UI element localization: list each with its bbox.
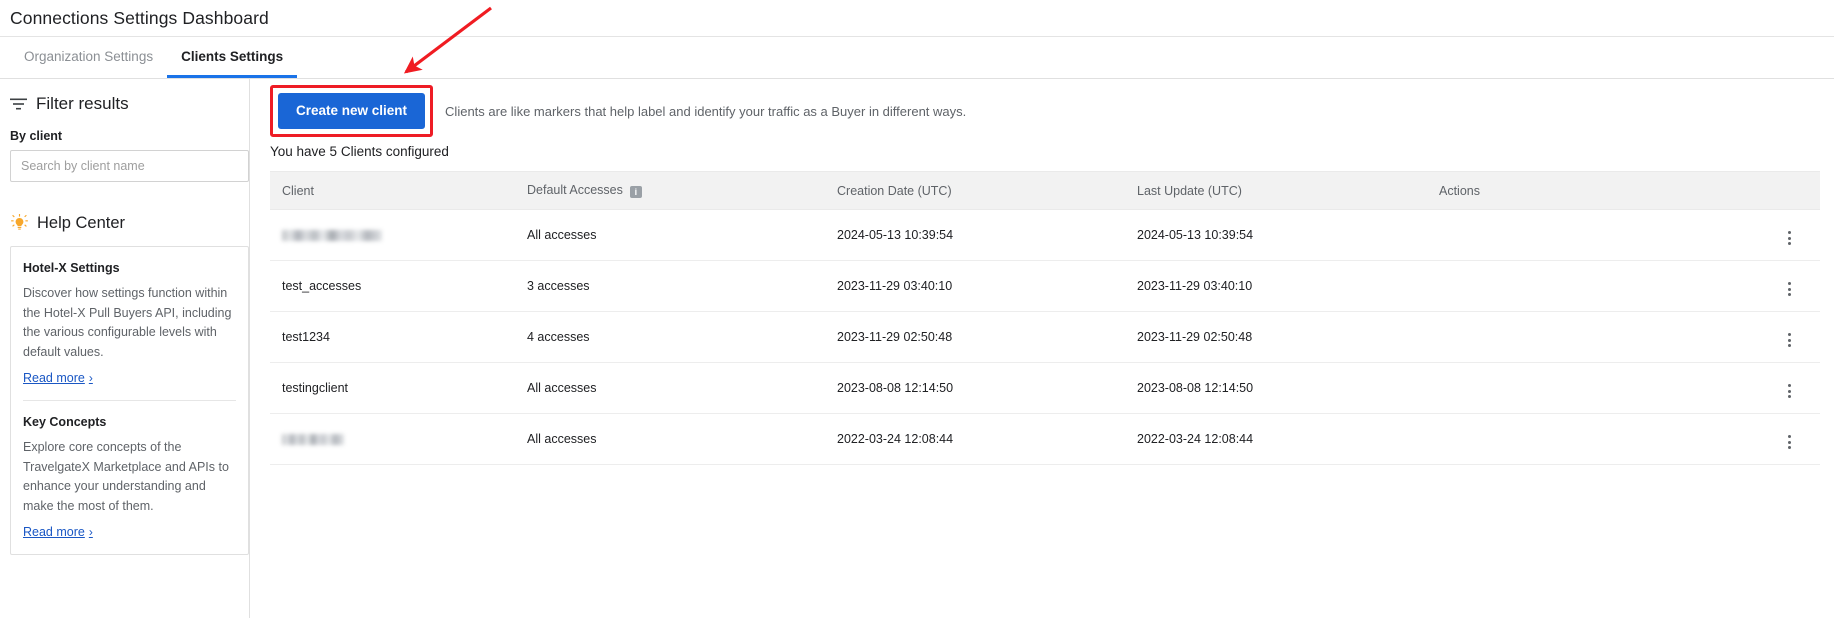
row-actions-menu-icon[interactable] (1780, 382, 1798, 400)
table-row[interactable]: All accesses 2022-03-24 12:08:44 2022-03… (270, 413, 1820, 465)
column-header-last-update[interactable]: Last Update (UTC) (1125, 171, 1425, 210)
column-header-client-label: Client (282, 183, 314, 198)
cell-creation-date: 2022-03-24 12:08:44 (825, 413, 1125, 465)
cell-actions (1425, 311, 1820, 363)
info-icon[interactable]: i (629, 186, 642, 198)
help-item-text: Discover how settings function within th… (23, 286, 232, 359)
row-actions-menu-icon[interactable] (1780, 433, 1798, 451)
tab-organization-settings[interactable]: Organization Settings (10, 37, 167, 78)
tab-organization-settings-label: Organization Settings (24, 48, 154, 64)
help-item-title: Hotel-X Settings (23, 261, 120, 275)
column-header-actions: Actions (1425, 171, 1820, 210)
by-client-label: By client (10, 129, 63, 143)
column-header-creation-date-label: Creation Date (UTC) (837, 183, 952, 198)
filter-results-title: Filter results (36, 94, 129, 113)
cell-actions (1425, 260, 1820, 312)
body: Filter results By client Search by clien… (0, 79, 1834, 618)
cell-creation-date: 2024-05-13 10:39:54 (825, 209, 1125, 261)
action-row: Create new client Clients are like marke… (270, 79, 1820, 137)
clients-description: Clients are like markers that help label… (445, 103, 967, 119)
redacted-client-name (282, 230, 382, 242)
chevron-right-icon: › (88, 371, 93, 385)
redacted-client-name (282, 434, 344, 446)
row-actions-menu-icon[interactable] (1780, 229, 1798, 247)
help-center-card: Hotel-X Settings Discover how settings f… (10, 246, 249, 555)
column-header-default-accesses[interactable]: Default Accesses i (515, 171, 825, 210)
cell-creation-date: 2023-08-08 12:14:50 (825, 362, 1125, 414)
cell-last-update: 2023-08-08 12:14:50 (1125, 362, 1425, 414)
table-row[interactable]: test_accesses 3 accesses 2023-11-29 03:4… (270, 260, 1820, 312)
page-title: Connections Settings Dashboard (10, 7, 269, 28)
main-content: Create new client Clients are like marke… (250, 79, 1834, 618)
cell-last-update: 2024-05-13 10:39:54 (1125, 209, 1425, 261)
column-header-actions-label: Actions (1439, 183, 1480, 198)
cell-client (270, 413, 515, 465)
cell-default-accesses: All accesses (515, 362, 825, 414)
cell-last-update: 2023-11-29 03:40:10 (1125, 260, 1425, 312)
help-item-text: Explore core concepts of the TravelgateX… (23, 440, 229, 513)
help-center-title: Help Center (37, 214, 126, 232)
chevron-right-icon: › (88, 525, 93, 539)
clients-table-head: Client Default Accesses i Creation Date (… (270, 171, 1820, 210)
table-header-row: Client Default Accesses i Creation Date (… (270, 171, 1820, 210)
sidebar: Filter results By client Search by clien… (0, 79, 250, 618)
help-item-title: Key Concepts (23, 415, 107, 429)
filter-results-header: Filter results (10, 79, 239, 123)
tab-bar: Organization Settings Clients Settings (0, 37, 1834, 79)
cell-last-update: 2023-11-29 02:50:48 (1125, 311, 1425, 363)
cell-default-accesses: All accesses (515, 209, 825, 261)
column-header-last-update-label: Last Update (UTC) (1137, 183, 1242, 198)
tab-clients-settings-label: Clients Settings (181, 48, 284, 64)
cell-default-accesses: All accesses (515, 413, 825, 465)
clients-table-body: All accesses 2024-05-13 10:39:54 2024-05… (270, 209, 1820, 465)
cell-client (270, 209, 515, 261)
column-header-client[interactable]: Client (270, 171, 515, 210)
create-new-client-highlight: Create new client (270, 85, 434, 137)
help-item-key-concepts: Key Concepts Explore core concepts of th… (23, 400, 236, 554)
help-item-hotel-x-settings: Hotel-X Settings Discover how settings f… (23, 247, 236, 400)
cell-actions (1425, 209, 1820, 261)
lightbulb-icon (10, 214, 29, 233)
cell-actions (1425, 413, 1820, 465)
create-new-client-button[interactable]: Create new client (278, 93, 426, 129)
read-more-label: Read more (23, 525, 85, 539)
read-more-label: Read more (23, 371, 85, 385)
row-actions-menu-icon[interactable] (1780, 331, 1798, 349)
cell-default-accesses: 4 accesses (515, 311, 825, 363)
table-row[interactable]: test1234 4 accesses 2023-11-29 02:50:48 … (270, 311, 1820, 363)
cell-actions (1425, 362, 1820, 414)
table-row[interactable]: All accesses 2024-05-13 10:39:54 2024-05… (270, 209, 1820, 261)
cell-creation-date: 2023-11-29 03:40:10 (825, 260, 1125, 312)
cell-creation-date: 2023-11-29 02:50:48 (825, 311, 1125, 363)
read-more-link-hotel-x-settings[interactable]: Read more › (23, 371, 93, 385)
table-row[interactable]: testingclient All accesses 2023-08-08 12… (270, 362, 1820, 414)
cell-last-update: 2022-03-24 12:08:44 (1125, 413, 1425, 465)
row-actions-menu-icon[interactable] (1780, 280, 1798, 298)
cell-client: testingclient (270, 362, 515, 414)
read-more-link-key-concepts[interactable]: Read more › (23, 525, 93, 539)
column-header-default-accesses-label: Default Accesses (527, 183, 623, 197)
connections-settings-dashboard: Connections Settings Dashboard Organizat… (0, 0, 1834, 619)
page-header: Connections Settings Dashboard (0, 0, 1834, 37)
cell-default-accesses: 3 accesses (515, 260, 825, 312)
cell-client: test1234 (270, 311, 515, 363)
tab-clients-settings[interactable]: Clients Settings (167, 37, 298, 78)
filter-icon (10, 97, 27, 111)
search-input[interactable] (10, 150, 249, 182)
clients-configured-count: You have 5 Clients configured (270, 144, 449, 159)
cell-client: test_accesses (270, 260, 515, 312)
help-center-header: Help Center (10, 214, 239, 233)
column-header-creation-date[interactable]: Creation Date (UTC) (825, 171, 1125, 210)
clients-table: Client Default Accesses i Creation Date (… (270, 171, 1820, 465)
